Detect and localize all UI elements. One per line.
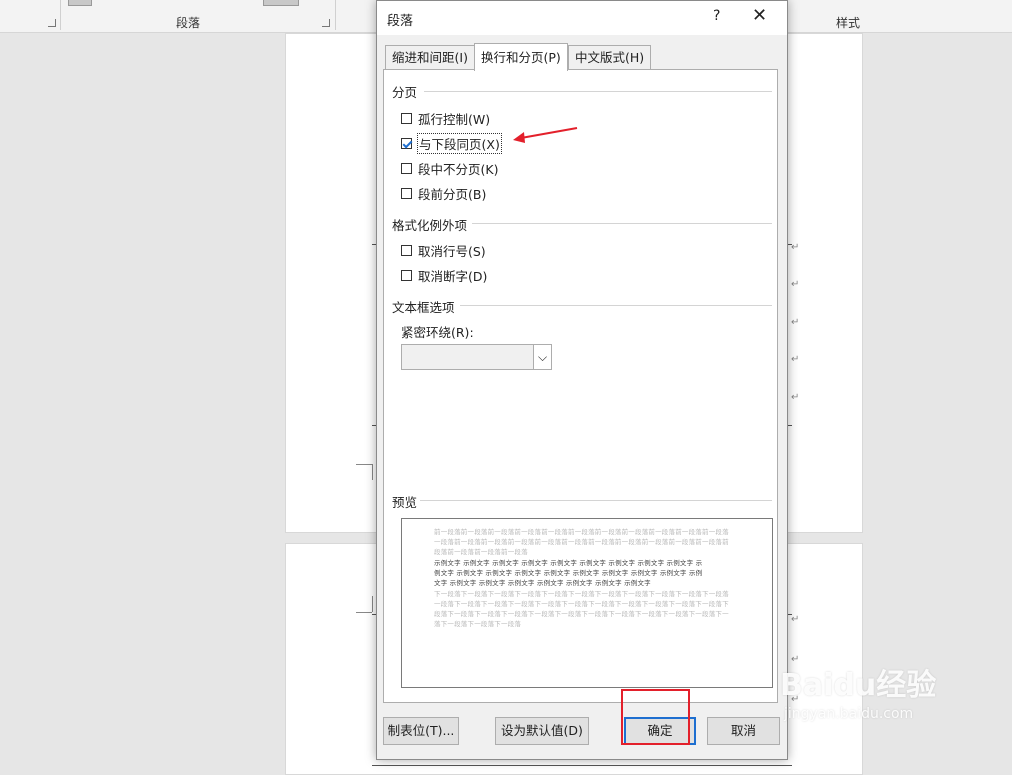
font-dialog-launcher-icon[interactable] bbox=[48, 19, 56, 27]
baidu-watermark: Baidu经验 jingyan.baidu.com bbox=[780, 660, 936, 722]
checkbox-widow-control[interactable]: 孤行控制(W) bbox=[401, 109, 490, 127]
checkbox-label: 孤行控制(W) bbox=[418, 111, 491, 127]
preview-prev-line: 一段落前一段落前一段落前一段落前一段落前一段落前一段落前一段落前一段落前一段落前… bbox=[434, 538, 729, 546]
preview-sample-line: 文字 示例文字 示例文字 示例文字 示例文字 示例文字 示例文字 示例文字 bbox=[434, 579, 651, 587]
cancel-button[interactable]: 取消 bbox=[707, 717, 780, 745]
paragraph-mark-icon: ↵ bbox=[791, 242, 800, 253]
set-default-button[interactable]: 设为默认值(D) bbox=[495, 717, 589, 745]
tabs-button[interactable]: 制表位(T)... bbox=[383, 717, 459, 745]
ribbon-separator bbox=[60, 0, 61, 30]
crop-mark bbox=[372, 596, 373, 612]
chevron-down-icon[interactable]: ⌵ bbox=[533, 345, 551, 369]
paragraph-mark-icon: ↵ bbox=[791, 354, 800, 365]
checkbox-label: 取消行号(S) bbox=[418, 243, 486, 259]
preview-next-line: 落下一段落下一段落下一段落 bbox=[434, 620, 522, 628]
tight-wrap-label: 紧密环绕(R): bbox=[401, 325, 474, 340]
checkbox-box[interactable] bbox=[401, 162, 412, 174]
section-heading-formatting-exceptions: 格式化例外项 bbox=[392, 218, 468, 233]
preview-prev-line: 前一段落前一段落前一段落前一段落前一段落前一段落前一段落前一段落前一段落前一段落… bbox=[434, 528, 729, 536]
checkbox-label: 段前分页(B) bbox=[418, 186, 487, 202]
dialog-title: 段落 bbox=[387, 14, 414, 29]
checkbox-box[interactable] bbox=[401, 112, 412, 124]
paragraph-preview: 前一段落前一段落前一段落前一段落前一段落前一段落前一段落前一段落前一段落前一段落… bbox=[401, 518, 773, 688]
watermark-url: jingyan.baidu.com bbox=[784, 706, 914, 722]
preview-sample-line: 例文字 示例文字 示例文字 示例文字 示例文字 示例文字 示例文字 示例文字 示… bbox=[434, 569, 703, 577]
checkbox-box[interactable] bbox=[401, 244, 412, 256]
ribbon-group-paragraph: 段落 bbox=[176, 16, 201, 30]
preview-next-line: 一段落下一段落下一段落下一段落下一段落下一段落下一段落下一段落下一段落下一段落下… bbox=[434, 600, 729, 608]
close-icon[interactable]: ✕ bbox=[752, 5, 767, 26]
tab-indents-spacing[interactable]: 缩进和间距(I) bbox=[385, 45, 475, 69]
paragraph-dialog: 段落 ? ✕ 缩进和间距(I) 换行和分页(P) 中文版式(H) 分页 孤行控制… bbox=[376, 0, 788, 760]
tight-wrap-select[interactable]: ⌵ bbox=[401, 344, 552, 370]
checkbox-keep-with-next[interactable]: 与下段同页(X) bbox=[401, 132, 502, 154]
ribbon-separator bbox=[335, 0, 336, 30]
ribbon-group-styles: 样式 bbox=[836, 16, 861, 30]
checkbox-label: 与下段同页(X) bbox=[417, 132, 502, 154]
checkbox-label: 段中不分页(K) bbox=[418, 161, 499, 177]
checkbox-box[interactable] bbox=[401, 187, 412, 199]
crop-mark bbox=[356, 464, 372, 465]
divider bbox=[424, 91, 772, 92]
divider bbox=[460, 305, 772, 306]
crop-mark bbox=[356, 612, 372, 613]
divider bbox=[420, 500, 772, 501]
paragraph-dialog-launcher-icon[interactable] bbox=[322, 19, 330, 27]
tab-panel: 分页 孤行控制(W) 与下段同页(X) 段中不分页(K) 段前分页(B) 格式化… bbox=[383, 69, 778, 703]
checkbox-suppress-line-numbers[interactable]: 取消行号(S) bbox=[401, 241, 486, 259]
preview-sample-line: 示例文字 示例文字 示例文字 示例文字 示例文字 示例文字 示例文字 示例文字 … bbox=[434, 559, 703, 567]
ribbon-control-stub[interactable] bbox=[68, 0, 92, 6]
checkbox-keep-lines-together[interactable]: 段中不分页(K) bbox=[401, 159, 498, 177]
preview-next-line: 下一段落下一段落下一段落下一段落下一段落下一段落下一段落下一段落下一段落下一段落… bbox=[434, 590, 729, 598]
section-heading-preview: 预览 bbox=[392, 495, 418, 510]
ribbon-control-stub[interactable] bbox=[263, 0, 299, 6]
section-heading-pagination: 分页 bbox=[392, 85, 418, 100]
paragraph-mark-icon: ↵ bbox=[791, 392, 800, 403]
section-heading-textbox-options: 文本框选项 bbox=[392, 300, 455, 315]
crop-mark bbox=[372, 464, 373, 480]
preview-next-line: 段落下一段落下一段落下一段落下一段落下一段落下一段落下一段落下一段落下一段落下一… bbox=[434, 610, 729, 618]
watermark-brand: Baidu经验 bbox=[780, 668, 937, 703]
dialog-titlebar[interactable]: 段落 ? ✕ bbox=[377, 1, 787, 35]
ok-button[interactable]: 确定 bbox=[624, 717, 696, 745]
tab-line-page-breaks[interactable]: 换行和分页(P) bbox=[474, 43, 568, 71]
checkbox-box[interactable] bbox=[401, 269, 412, 281]
checkbox-dont-hyphenate[interactable]: 取消断字(D) bbox=[401, 266, 487, 284]
tab-asian-typography[interactable]: 中文版式(H) bbox=[568, 45, 652, 69]
annotation-arrow bbox=[513, 127, 578, 143]
paragraph-mark-icon: ↵ bbox=[791, 614, 800, 625]
checkbox-box-checked[interactable] bbox=[401, 137, 412, 149]
checkbox-label: 取消断字(D) bbox=[418, 268, 488, 284]
help-button[interactable]: ? bbox=[713, 8, 720, 24]
preview-prev-line: 段落前一段落前一段落前一段落 bbox=[434, 548, 528, 556]
divider bbox=[472, 223, 772, 224]
checkbox-page-break-before[interactable]: 段前分页(B) bbox=[401, 184, 486, 202]
paragraph-mark-icon: ↵ bbox=[791, 317, 800, 328]
paragraph-mark-icon: ↵ bbox=[791, 279, 800, 290]
